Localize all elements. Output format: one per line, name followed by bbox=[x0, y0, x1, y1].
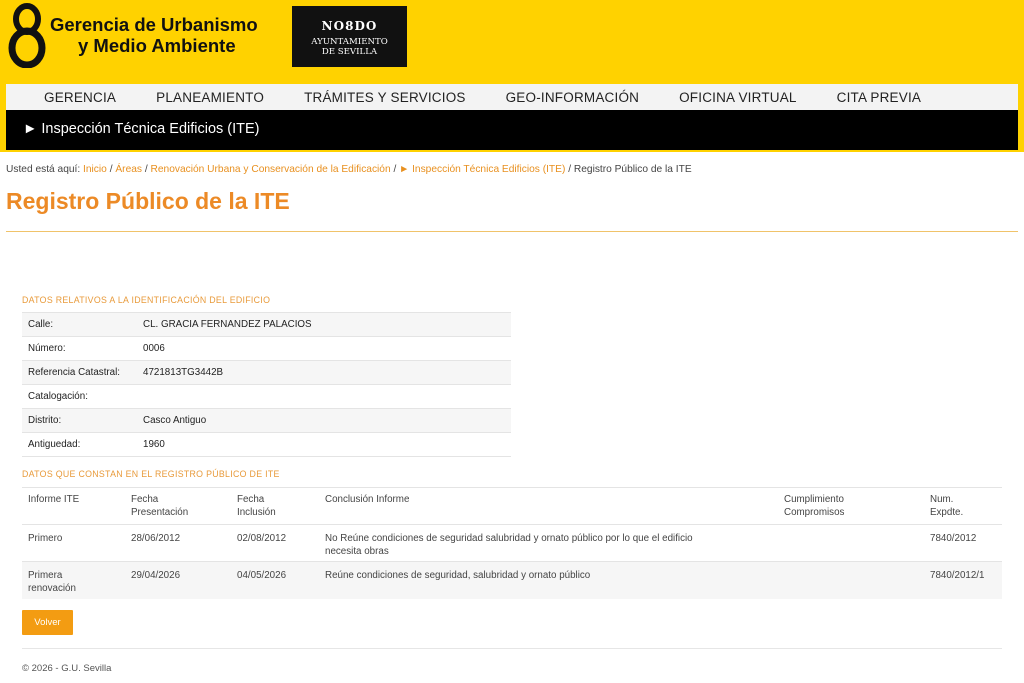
column-header: Fecha Inclusión bbox=[231, 487, 319, 525]
field-value: 4721813TG3442B bbox=[137, 360, 511, 385]
breadcrumb-link-areas[interactable]: Áreas bbox=[115, 164, 142, 175]
logo-line-2: y Medio Ambiente bbox=[78, 35, 236, 56]
nav-item-tramites[interactable]: TRÁMITES Y SERVICIOS bbox=[304, 90, 466, 105]
field-label: Distrito: bbox=[22, 408, 137, 433]
field-label: Antiguedad: bbox=[22, 432, 137, 457]
cell-inclusion: 04/05/2026 bbox=[231, 561, 319, 599]
cell-conclusion: Reúne condiciones de seguridad, salubrid… bbox=[319, 561, 778, 599]
column-header: Cumplimiento Compromisos bbox=[778, 487, 924, 525]
site-logo-text[interactable]: Gerencia de Urbanismo y Medio Ambiente bbox=[50, 14, 258, 56]
page-title: Registro Público de la ITE bbox=[6, 188, 290, 214]
nodo-subtitle-2: DE SEVILLA bbox=[321, 47, 378, 57]
table-row: Referencia Catastral: 4721813TG3442B bbox=[22, 360, 511, 385]
breadcrumb-current: Registro Público de la ITE bbox=[573, 164, 692, 175]
breadcrumb-separator: / bbox=[568, 164, 572, 175]
breadcrumb-separator: / bbox=[144, 164, 148, 175]
column-header: Num. Expdte. bbox=[924, 487, 1002, 525]
main-nav: GERENCIA PLANEAMIENTO TRÁMITES Y SERVICI… bbox=[6, 84, 1018, 110]
cell-inclusion: 02/08/2012 bbox=[231, 524, 319, 562]
building-info-table: Calle: CL. GRACIA FERNANDEZ PALACIOS Núm… bbox=[22, 312, 511, 457]
table-header-row: Informe ITE Fecha Presentación Fecha Inclu… bbox=[22, 487, 1002, 525]
nav-item-gerencia[interactable]: GERENCIA bbox=[44, 90, 116, 105]
cell-cumplimiento bbox=[778, 524, 924, 562]
section-bar: ► Inspección Técnica Edificios (ITE) bbox=[6, 110, 1018, 150]
cell-presentacion: 28/06/2012 bbox=[125, 524, 231, 562]
field-label: Referencia Catastral: bbox=[22, 360, 137, 385]
cell-presentacion: 29/04/2026 bbox=[125, 561, 231, 599]
breadcrumb-link-renovacion[interactable]: Renovación Urbana y Conservación de la E… bbox=[151, 164, 391, 175]
footer-copyright: © 2026 - G.U. Sevilla bbox=[22, 663, 112, 674]
cell-cumplimiento bbox=[778, 561, 924, 599]
volver-button[interactable]: Volver bbox=[22, 610, 73, 635]
cell-informe: Primero bbox=[22, 524, 125, 562]
logo-line-1: Gerencia de Urbanismo bbox=[50, 14, 258, 35]
column-header: Informe ITE bbox=[22, 487, 125, 525]
nav-item-cita-previa[interactable]: CITA PREVIA bbox=[837, 90, 921, 105]
field-value: CL. GRACIA FERNANDEZ PALACIOS bbox=[137, 312, 511, 337]
field-label: Número: bbox=[22, 336, 137, 361]
breadcrumb-prefix: Usted está aquí: bbox=[6, 164, 81, 175]
table-row: Primero 28/06/2012 02/08/2012 No Reúne c… bbox=[22, 524, 1002, 562]
table-row: Catalogación: bbox=[22, 384, 511, 409]
breadcrumb-separator: / bbox=[109, 164, 113, 175]
ayuntamiento-logo[interactable]: NO8DO AYUNTAMIENTO DE SEVILLA bbox=[292, 6, 407, 67]
table-row: Calle: CL. GRACIA FERNANDEZ PALACIOS bbox=[22, 312, 511, 337]
cell-conclusion: No Reúne condiciones de seguridad salubr… bbox=[319, 524, 778, 562]
nodo-subtitle-1: AYUNTAMIENTO bbox=[311, 37, 388, 47]
cell-informe: Primera renovación bbox=[22, 561, 125, 599]
title-divider bbox=[6, 231, 1018, 232]
field-value: 1960 bbox=[137, 432, 511, 457]
breadcrumb-separator: / bbox=[393, 164, 397, 175]
registry-section-heading: DATOS QUE CONSTAN EN EL REGISTRO PÚBLICO… bbox=[22, 469, 280, 479]
field-value: 0006 bbox=[137, 336, 511, 361]
field-value: Casco Antiguo bbox=[137, 408, 511, 433]
cell-expediente: 7840/2012 bbox=[924, 524, 1002, 562]
nav-item-geo-informacion[interactable]: GEO-INFORMACIÓN bbox=[506, 90, 640, 105]
column-header: Fecha Presentación bbox=[125, 487, 231, 525]
field-value bbox=[137, 384, 511, 409]
nav-item-oficina-virtual[interactable]: OFICINA VIRTUAL bbox=[679, 90, 797, 105]
table-row: Distrito: Casco Antiguo bbox=[22, 408, 511, 433]
footer-divider bbox=[22, 648, 1002, 649]
breadcrumb-link-ite[interactable]: ► Inspección Técnica Edificios (ITE) bbox=[399, 164, 565, 175]
nav-item-planeamiento[interactable]: PLANEAMIENTO bbox=[156, 90, 264, 105]
column-header: Conclusión Informe bbox=[319, 487, 778, 525]
breadcrumb: Usted está aquí: Inicio / Áreas / Renova… bbox=[6, 164, 692, 175]
table-row: Antiguedad: 1960 bbox=[22, 432, 511, 457]
cell-expediente: 7840/2012/1 bbox=[924, 561, 1002, 599]
field-label: Calle: bbox=[22, 312, 137, 337]
field-label: Catalogación: bbox=[22, 384, 137, 409]
ite-registry-table: Informe ITE Fecha Presentación Fecha Inclu… bbox=[22, 487, 1002, 599]
table-row: Número: 0006 bbox=[22, 336, 511, 361]
site-header: Gerencia de Urbanismo y Medio Ambiente N… bbox=[0, 0, 1024, 152]
building-section-heading: DATOS RELATIVOS A LA IDENTIFICACIÓN DEL … bbox=[22, 295, 271, 305]
nodo-title: NO8DO bbox=[321, 19, 378, 33]
no8do-logo-icon[interactable] bbox=[6, 2, 48, 68]
breadcrumb-link-inicio[interactable]: Inicio bbox=[83, 164, 107, 175]
table-row: Primera renovación 29/04/2026 04/05/2026 … bbox=[22, 561, 1002, 599]
section-bar-label[interactable]: ► Inspección Técnica Edificios (ITE) bbox=[23, 121, 260, 137]
